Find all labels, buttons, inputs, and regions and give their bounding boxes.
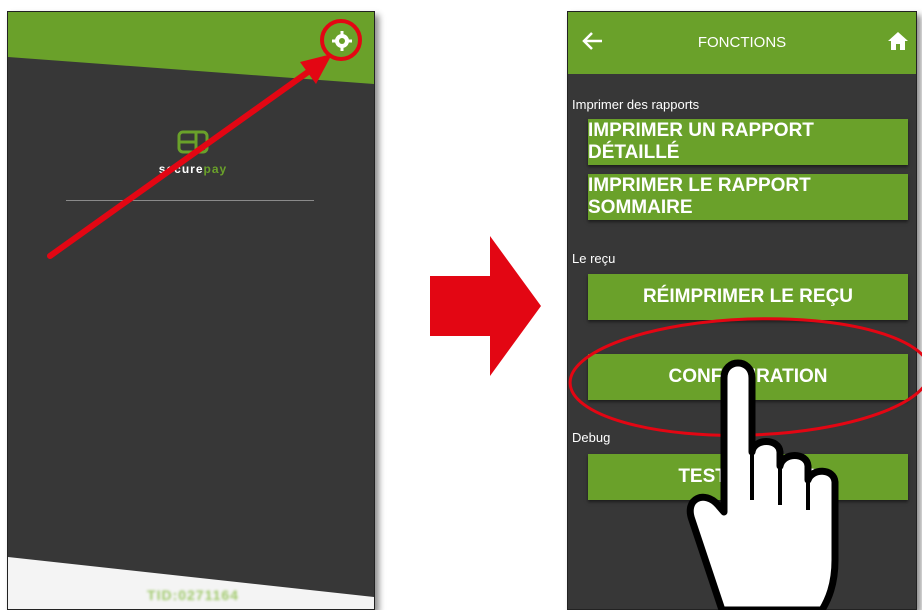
home-button[interactable] xyxy=(886,29,910,53)
divider xyxy=(66,200,314,201)
header-shape xyxy=(8,12,374,609)
section-label-reports: Imprimer des rapports xyxy=(572,97,700,112)
section-label-receipt: Le reçu xyxy=(572,251,616,266)
home-screen: securepay TID:0271164 xyxy=(7,11,375,610)
terminal-id: TID:0271164 xyxy=(147,587,239,603)
home-icon xyxy=(888,32,908,50)
app-bar: FONCTIONS xyxy=(568,12,916,74)
functions-screen: FONCTIONS Imprimer des rapports IMPRIMER… xyxy=(567,11,917,610)
section-label-debug: Debug xyxy=(572,430,611,445)
gear-icon xyxy=(332,31,352,51)
configuration-button[interactable]: CONFIGURATION xyxy=(588,354,908,400)
test-logs-button[interactable]: TEST DE LOGS xyxy=(588,454,908,500)
card-logo-icon xyxy=(177,130,209,154)
print-detailed-report-button[interactable]: IMPRIMER UN RAPPORT DÉTAILLÉ xyxy=(588,119,908,165)
securepay-logo: securepay xyxy=(148,129,238,176)
page-title: FONCTIONS xyxy=(697,34,787,51)
reprint-receipt-button[interactable]: RÉIMPRIMER LE REÇU xyxy=(588,274,908,320)
brand-text-accent: pay xyxy=(203,162,228,176)
settings-gear-button[interactable] xyxy=(330,29,354,53)
brand-text: secure xyxy=(158,162,204,176)
print-summary-report-button[interactable]: IMPRIMER LE RAPPORT SOMMAIRE xyxy=(588,174,908,220)
big-right-arrow xyxy=(430,236,541,376)
